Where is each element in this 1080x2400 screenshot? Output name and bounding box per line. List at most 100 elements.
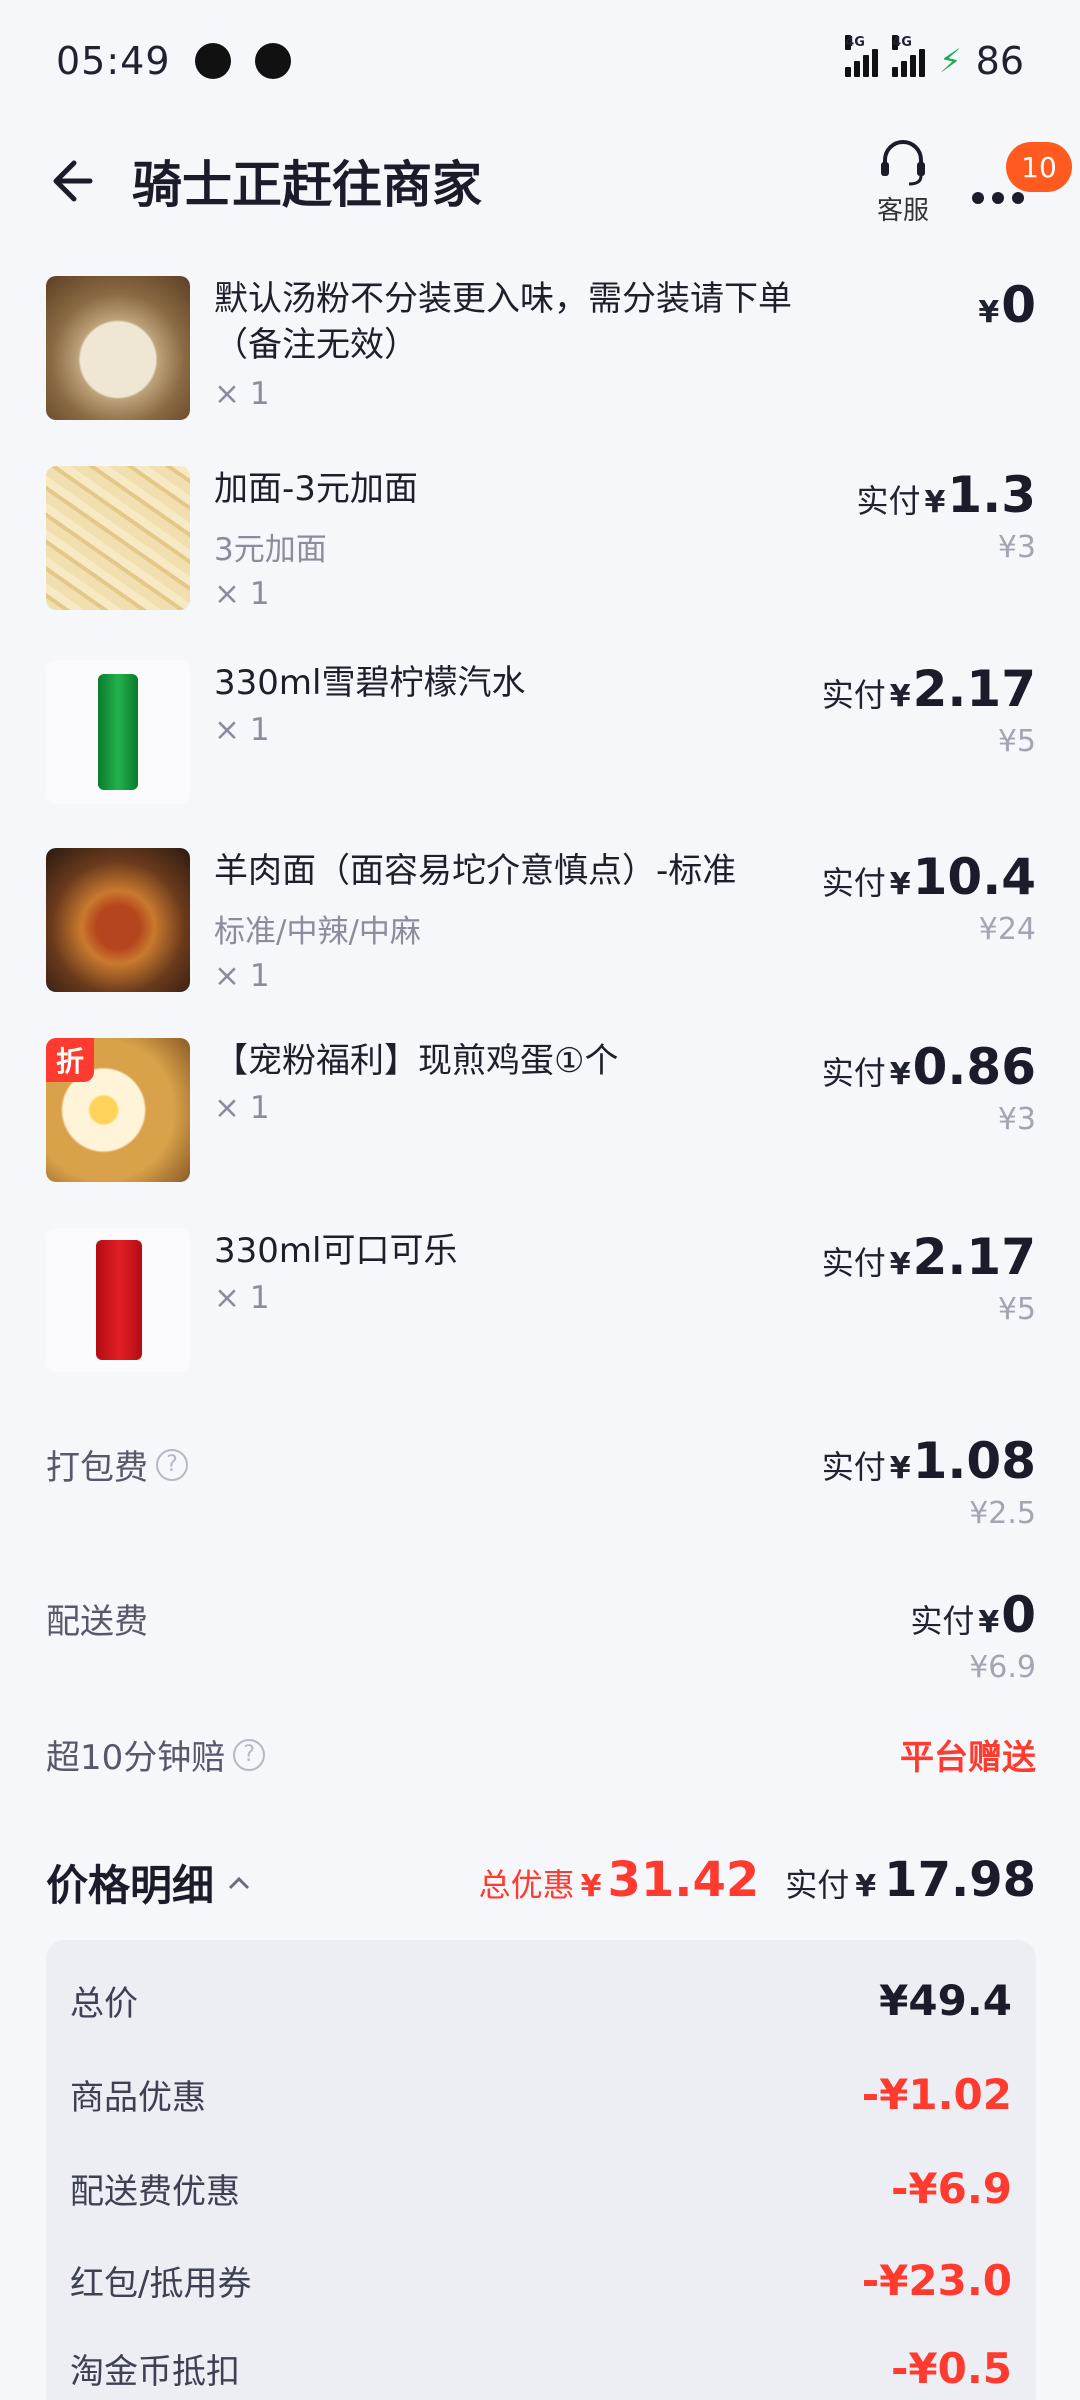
total-paid-value: 17.98 [884, 1852, 1036, 1908]
item-original-price: ¥24 [978, 912, 1036, 947]
help-icon[interactable]: ? [233, 1738, 266, 1771]
charging-icon: ⚡ [939, 42, 962, 80]
currency-symbol: ¥ [978, 1605, 1000, 1640]
back-arrow-icon[interactable] [40, 153, 96, 209]
network-type-1: 4G [845, 35, 865, 50]
can-icon [98, 674, 138, 790]
packing-fee-original: ¥2.5 [969, 1496, 1036, 1531]
packing-fee-paid: 1.08 [912, 1432, 1036, 1490]
breakdown-row: 商品优惠 -¥1.02 [70, 2064, 1012, 2124]
header: 骑士正赶往商家 客服 10 [0, 122, 1080, 240]
signal-icon-2: 4G [892, 35, 926, 77]
discount-tag: 折 [46, 1038, 94, 1082]
order-item[interactable]: 加面-3元加面 3元加面 × 1 实付 ¥ 1.3 ¥3 [46, 466, 1036, 616]
total-discount-label: 总优惠 [478, 1866, 575, 1904]
item-image [46, 466, 190, 610]
breakdown-row: 总价 ¥49.4 [70, 1970, 1012, 2030]
item-name: 加面-3元加面 [214, 469, 418, 509]
item-quantity: × 1 [214, 958, 270, 994]
breakdown-label: 红包/抵用券 [70, 2263, 252, 2304]
item-original-price: ¥3 [997, 530, 1036, 565]
item-name: 默认汤粉不分装更入味，需分装请下单（备注无效） [214, 279, 792, 365]
late-compensation-row: 超10分钟赔 ? 平台赠送 [46, 1730, 1036, 1790]
item-price: 实付 ¥ 2.17 ¥5 [822, 1228, 1036, 1327]
more-button[interactable]: 10 [968, 142, 1072, 232]
item-quantity: × 1 [214, 1280, 270, 1316]
status-time: 05:49 [56, 39, 171, 83]
packing-fee-label: 打包费 [46, 1448, 148, 1488]
total-paid-label: 实付 [785, 1866, 850, 1904]
item-price: 实付 ¥ 0.86 ¥3 [822, 1038, 1036, 1137]
status-bar: 05:49 4G 4G ⚡ 86 [0, 0, 1080, 122]
item-price: 实付 ¥ 2.17 ¥5 [822, 660, 1036, 759]
delivery-fee-original: ¥6.9 [969, 1650, 1036, 1685]
item-name: 【宠粉福利】现煎鸡蛋①个 [214, 1041, 619, 1081]
currency-symbol: ¥ [924, 485, 946, 520]
signal-icon: 4G [845, 35, 879, 77]
late-compensation-label: 超10分钟赔 [46, 1738, 226, 1778]
item-original-price: ¥5 [997, 1292, 1036, 1327]
item-paid-value: 10.4 [912, 848, 1036, 906]
paid-label: 实付 [856, 482, 921, 520]
item-name: 羊肉面（面容易坨介意慎点）-标准 [214, 851, 737, 891]
help-icon[interactable]: ? [156, 1448, 188, 1481]
network-type-2: 4G [892, 35, 912, 50]
item-paid-value: 2.17 [912, 660, 1036, 718]
breakdown-value: -¥6.9 [890, 2163, 1012, 2213]
more-dots-icon [972, 192, 1024, 204]
order-item[interactable]: 330ml可口可乐 × 1 实付 ¥ 2.17 ¥5 [46, 1228, 1036, 1378]
order-item[interactable]: 默认汤粉不分装更入味，需分装请下单（备注无效） × 1 ¥ 0 [46, 276, 1036, 426]
item-image [46, 1228, 190, 1372]
paid-label: 实付 [821, 1448, 886, 1486]
chat-notification-icon [254, 43, 291, 79]
customer-service-label: 客服 [876, 196, 929, 226]
item-paid-value: 2.17 [912, 1228, 1036, 1286]
currency-symbol: ¥ [580, 1869, 602, 1904]
item-quantity: × 1 [214, 1090, 270, 1126]
breakdown-row: 淘金币抵扣 -¥0.5 [70, 2338, 1012, 2398]
can-icon [96, 1240, 142, 1360]
item-image [46, 276, 190, 420]
headset-icon [881, 140, 925, 186]
breakdown-value: -¥1.02 [861, 2069, 1012, 2119]
item-paid-value: 0 [1001, 276, 1036, 334]
breakdown-label: 配送费优惠 [70, 2171, 240, 2212]
item-price: ¥ 0 [978, 276, 1036, 334]
battery-level: 86 [975, 39, 1024, 83]
packing-fee-row: 打包费 ? 实付 ¥ 1.08 ¥2.5 [46, 1432, 1036, 1542]
order-item[interactable]: 330ml雪碧柠檬汽水 × 1 实付 ¥ 2.17 ¥5 [46, 660, 1036, 810]
breakdown-value: ¥49.4 [879, 1975, 1012, 2025]
item-quantity: × 1 [214, 576, 270, 612]
paid-label: 实付 [821, 1244, 886, 1282]
item-image: 折 [46, 1038, 190, 1182]
delivery-fee-price: 实付 ¥ 0 ¥6.9 [910, 1586, 1036, 1685]
order-item[interactable]: 折 【宠粉福利】现煎鸡蛋①个 × 1 实付 ¥ 0.86 ¥3 [46, 1038, 1036, 1188]
item-name: 330ml可口可乐 [214, 1231, 458, 1271]
currency-symbol: ¥ [855, 1869, 877, 1904]
price-detail-header[interactable]: 价格明细 总优惠 ¥ 31.42 实付 ¥ 17.98 [46, 1852, 1036, 1922]
order-item[interactable]: 羊肉面（面容易坨介意慎点）-标准 标准/中辣/中麻 × 1 实付 ¥ 10.4 … [46, 848, 1036, 998]
packing-fee-price: 实付 ¥ 1.08 ¥2.5 [822, 1432, 1036, 1531]
breakdown-label: 商品优惠 [70, 2077, 206, 2118]
chevron-up-icon [228, 1876, 250, 1889]
currency-symbol: ¥ [889, 1247, 911, 1282]
page-title: 骑士正赶往商家 [132, 156, 482, 214]
item-image [46, 660, 190, 804]
customer-service-button[interactable]: 客服 [868, 136, 938, 227]
delivery-fee-paid: 0 [1001, 1586, 1036, 1644]
paid-label: 实付 [821, 1054, 886, 1092]
breakdown-value: -¥0.5 [890, 2343, 1012, 2393]
total-discount-value: 31.42 [607, 1852, 760, 1908]
paid-label: 实付 [821, 676, 886, 714]
platform-gift-text: 平台赠送 [900, 1738, 1036, 1778]
currency-symbol: ¥ [889, 1057, 911, 1092]
item-name: 330ml雪碧柠檬汽水 [214, 663, 526, 703]
paid-label: 实付 [910, 1602, 975, 1640]
item-paid-value: 1.3 [947, 466, 1036, 524]
breakdown-label: 淘金币抵扣 [70, 2351, 240, 2392]
delivery-fee-row: 配送费 实付 ¥ 0 ¥6.9 [46, 1586, 1036, 1696]
item-image [46, 848, 190, 992]
item-price: 实付 ¥ 1.3 ¥3 [857, 466, 1036, 565]
price-breakdown-card: 总价 ¥49.4 商品优惠 -¥1.02 配送费优惠 -¥6.9 红包/抵用券 … [46, 1940, 1036, 2400]
breakdown-row: 红包/抵用券 -¥23.0 [70, 2250, 1012, 2310]
